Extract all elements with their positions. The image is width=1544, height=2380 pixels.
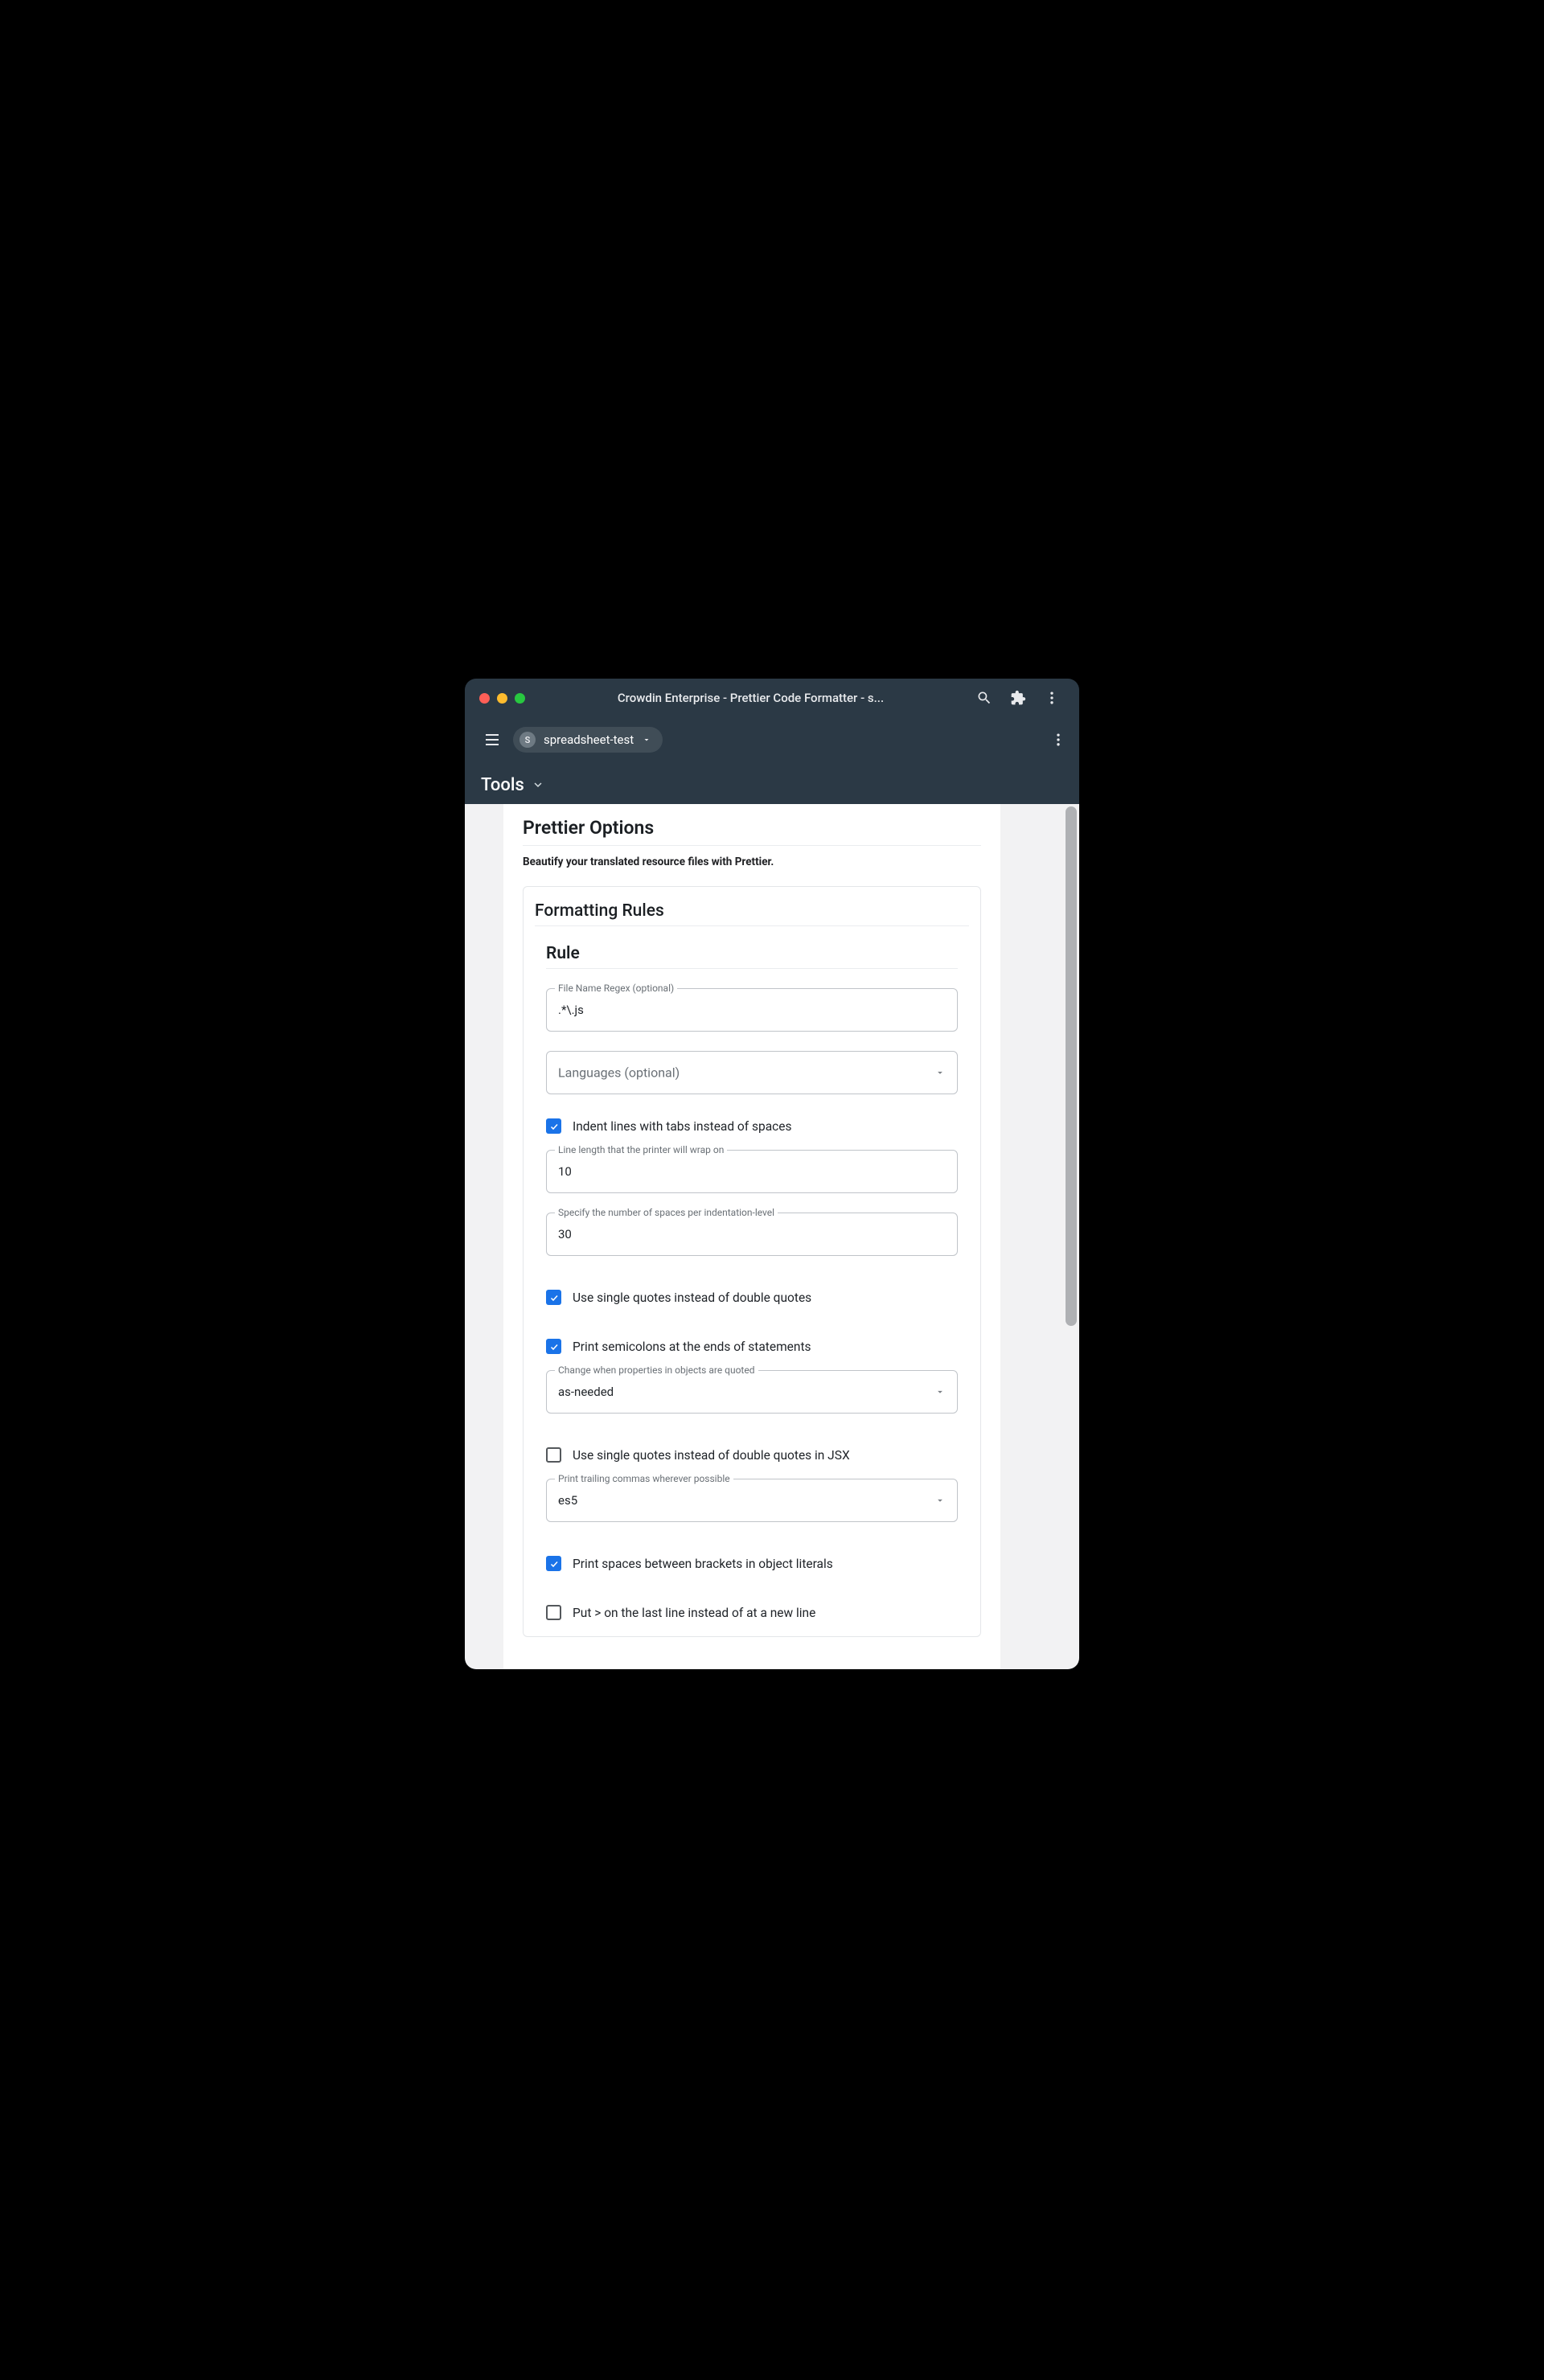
app-window: Crowdin Enterprise - Prettier Code Forma… — [465, 679, 1079, 1669]
languages-select[interactable]: Languages (optional) — [546, 1051, 958, 1094]
card-title: Formatting Rules — [535, 901, 969, 926]
project-avatar: S — [519, 732, 536, 748]
caret-down-icon — [934, 1386, 946, 1397]
trailing-comma-select[interactable]: Print trailing commas wherever possible … — [546, 1479, 958, 1522]
search-icon[interactable] — [976, 690, 992, 706]
chevron-down-icon — [531, 778, 545, 792]
menu-icon[interactable] — [482, 730, 502, 749]
toolbar-more-icon[interactable] — [1050, 732, 1066, 748]
checkbox-label: Indent lines with tabs instead of spaces — [573, 1119, 791, 1134]
line-length-field[interactable]: Line length that the printer will wrap o… — [546, 1150, 958, 1193]
bracket-spacing-checkbox[interactable]: Print spaces between brackets in object … — [546, 1556, 958, 1571]
field-label: Change when properties in objects are qu… — [555, 1364, 758, 1376]
field-label: Specify the number of spaces per indenta… — [555, 1207, 778, 1218]
formatting-rules-card: Formatting Rules Rule File Name Regex (o… — [523, 886, 981, 1637]
window-title: Crowdin Enterprise - Prettier Code Forma… — [533, 691, 968, 705]
field-value: 10 — [558, 1164, 572, 1179]
zoom-window-button[interactable] — [515, 693, 525, 704]
checkbox-label: Use single quotes instead of double quot… — [573, 1448, 850, 1463]
select-placeholder: Languages (optional) — [558, 1065, 680, 1081]
field-value: 30 — [558, 1227, 572, 1241]
window-traffic-lights — [479, 693, 525, 704]
settings-panel: Prettier Options Beautify your translate… — [503, 804, 1000, 1669]
checkbox-label: Print semicolons at the ends of statemen… — [573, 1340, 811, 1354]
checkbox-icon — [546, 1339, 561, 1354]
titlebar-actions — [976, 690, 1060, 706]
checkbox-icon — [546, 1118, 561, 1134]
checkbox-icon — [546, 1447, 561, 1463]
field-label: Line length that the printer will wrap o… — [555, 1144, 727, 1155]
more-vert-icon[interactable] — [1044, 690, 1060, 706]
scroll-area: Prettier Options Beautify your translate… — [465, 804, 1079, 1669]
checkbox-icon — [546, 1556, 561, 1571]
caret-down-icon — [642, 735, 651, 745]
tab-width-field[interactable]: Specify the number of spaces per indenta… — [546, 1213, 958, 1256]
use-tabs-checkbox[interactable]: Indent lines with tabs instead of spaces — [546, 1118, 958, 1134]
checkbox-label: Use single quotes instead of double quot… — [573, 1291, 811, 1305]
field-label: Print trailing commas wherever possible — [555, 1473, 733, 1484]
extensions-icon[interactable] — [1010, 690, 1026, 706]
bracket-same-line-checkbox[interactable]: Put > on the last line instead of at a n… — [546, 1605, 958, 1620]
minimize-window-button[interactable] — [497, 693, 507, 704]
field-value: .*\.js — [558, 1003, 584, 1017]
checkbox-icon — [546, 1290, 561, 1305]
tab-tools-label: Tools — [481, 775, 524, 795]
project-name: spreadsheet-test — [544, 732, 634, 747]
titlebar: Crowdin Enterprise - Prettier Code Forma… — [465, 679, 1079, 717]
rule-heading: Rule — [546, 944, 958, 969]
tabs-row: Tools — [465, 762, 1079, 807]
app-toolbar: S spreadsheet-test — [465, 717, 1079, 762]
field-value: as-needed — [558, 1385, 614, 1399]
content-viewport: Prettier Options Beautify your translate… — [465, 804, 1079, 1669]
semicolons-checkbox[interactable]: Print semicolons at the ends of statemen… — [546, 1339, 958, 1354]
checkbox-label: Put > on the last line instead of at a n… — [573, 1606, 815, 1620]
jsx-single-quote-checkbox[interactable]: Use single quotes instead of double quot… — [546, 1447, 958, 1463]
quote-props-select[interactable]: Change when properties in objects are qu… — [546, 1370, 958, 1414]
field-label: File Name Regex (optional) — [555, 983, 677, 994]
page-title: Prettier Options — [523, 817, 981, 846]
caret-down-icon — [934, 1067, 946, 1078]
checkbox-label: Print spaces between brackets in object … — [573, 1557, 833, 1571]
caret-down-icon — [934, 1495, 946, 1506]
file-name-regex-field[interactable]: File Name Regex (optional) .*\.js — [546, 988, 958, 1032]
single-quote-checkbox[interactable]: Use single quotes instead of double quot… — [546, 1290, 958, 1305]
vertical-scrollbar[interactable] — [1066, 806, 1077, 1326]
project-switcher[interactable]: S spreadsheet-test — [513, 727, 663, 753]
tab-tools[interactable]: Tools — [481, 775, 545, 795]
page-subtitle: Beautify your translated resource files … — [523, 856, 981, 868]
field-value: es5 — [558, 1493, 577, 1508]
close-window-button[interactable] — [479, 693, 490, 704]
checkbox-icon — [546, 1605, 561, 1620]
